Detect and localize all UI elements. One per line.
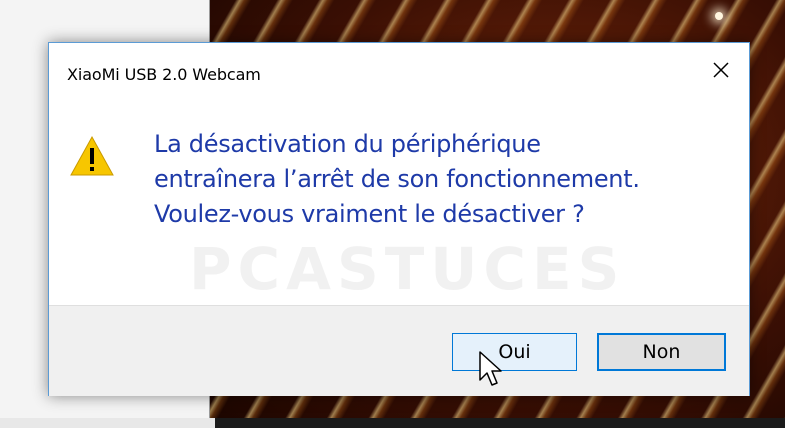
no-button-label: Non: [642, 341, 681, 363]
message-line-2: entraînera l’arrêt de son fonctionnement…: [154, 165, 640, 193]
taskbar-light-section: [0, 418, 215, 428]
dialog-titlebar[interactable]: XiaoMi USB 2.0 Webcam: [49, 43, 749, 107]
taskbar-strip: [0, 418, 785, 428]
yes-button-label: Oui: [498, 341, 531, 363]
watermark-text: PCASTUCES: [189, 235, 626, 303]
dialog-button-bar: Oui Non: [49, 305, 749, 396]
dialog-content: PCASTUCES La désactivation du périphériq…: [49, 107, 749, 303]
yes-button[interactable]: Oui: [452, 333, 577, 371]
close-icon: [711, 60, 731, 84]
message-line-1: La désactivation du périphérique: [154, 130, 541, 158]
wallpaper-light-spot: [715, 12, 723, 20]
message-line-3: Voulez-vous vraiment le désactiver ?: [154, 200, 585, 228]
dialog-message: La désactivation du périphérique entraîn…: [154, 127, 744, 232]
confirm-dialog: XiaoMi USB 2.0 Webcam PCASTUCES La désac…: [48, 42, 750, 396]
dialog-title: XiaoMi USB 2.0 Webcam: [67, 65, 261, 84]
no-button[interactable]: Non: [597, 333, 726, 371]
warning-icon: [69, 135, 115, 177]
close-button[interactable]: [701, 55, 741, 89]
